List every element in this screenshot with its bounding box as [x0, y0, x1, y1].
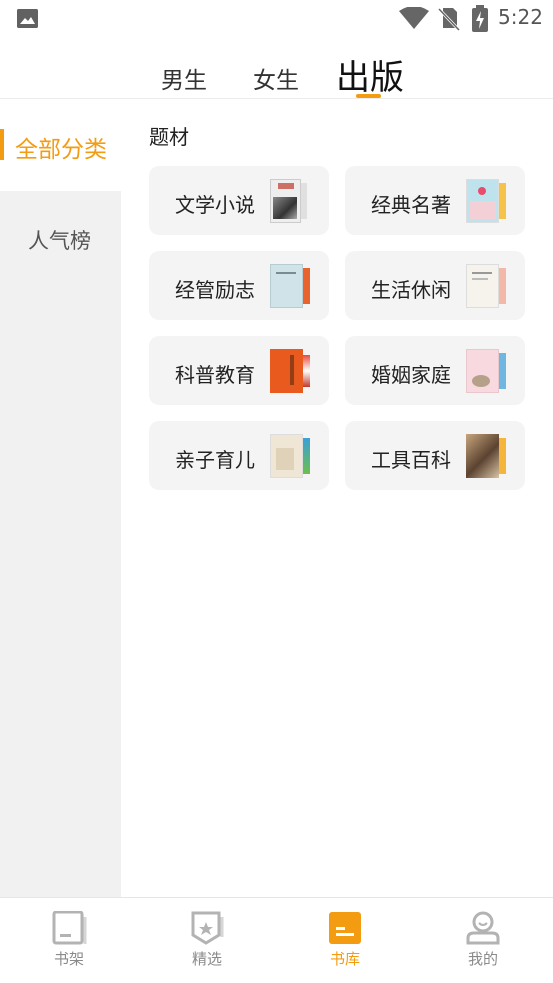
wifi-icon [399, 7, 429, 29]
book-cover-thumbnail [466, 264, 508, 308]
category-label: 亲子育儿 [175, 448, 255, 472]
featured-badge-icon [191, 911, 224, 945]
book-cover-thumbnail [270, 349, 312, 393]
sidebar-item-popular[interactable]: 人气榜 [28, 225, 91, 255]
app-screen: 5:22 男生 女生 出版 全部分类 人气榜 题材 文学小说 经典名著 经管励志… [0, 0, 553, 983]
category-card[interactable]: 工具百科 [345, 421, 525, 490]
category-card[interactable]: 亲子育儿 [149, 421, 329, 490]
category-sidebar: 全部分类 人气榜 [0, 99, 121, 897]
bottom-navigation: 书架 精选 书库 我的 [0, 897, 553, 983]
category-card[interactable]: 生活休闲 [345, 251, 525, 320]
nav-featured[interactable]: 精选 [138, 898, 276, 983]
image-notification-icon [17, 9, 38, 28]
category-label: 婚姻家庭 [371, 363, 451, 387]
clock: 5:22 [498, 5, 543, 29]
library-icon [329, 912, 361, 944]
tab-publish[interactable]: 出版 [336, 50, 404, 99]
category-label: 经典名著 [371, 193, 451, 217]
battery-charging-icon [472, 5, 488, 32]
category-card[interactable]: 经管励志 [149, 251, 329, 320]
category-card[interactable]: 经典名著 [345, 166, 525, 235]
nav-bookshelf[interactable]: 书架 [0, 898, 138, 983]
no-sim-icon [437, 7, 461, 32]
bookshelf-icon [52, 911, 87, 945]
nav-label: 我的 [467, 950, 498, 968]
section-title: 题材 [149, 125, 189, 149]
category-card[interactable]: 文学小说 [149, 166, 329, 235]
nav-library[interactable]: 书库 [276, 898, 414, 983]
book-cover-thumbnail [466, 434, 508, 478]
category-card[interactable]: 婚姻家庭 [345, 336, 525, 405]
sidebar-item-label: 全部分类 [15, 137, 107, 163]
category-label: 生活休闲 [371, 278, 451, 302]
category-card[interactable]: 科普教育 [149, 336, 329, 405]
active-indicator [0, 129, 4, 160]
sidebar-item-all[interactable]: 全部分类 [0, 99, 121, 191]
book-cover-thumbnail [270, 264, 312, 308]
nav-profile[interactable]: 我的 [414, 898, 552, 983]
category-label: 科普教育 [175, 363, 255, 387]
status-bar: 5:22 [0, 0, 553, 38]
top-tabs: 男生 女生 出版 [0, 45, 553, 99]
category-label: 工具百科 [371, 448, 451, 472]
book-cover-thumbnail [466, 179, 508, 223]
nav-label: 精选 [191, 950, 222, 968]
book-cover-thumbnail [270, 434, 312, 478]
book-cover-thumbnail [270, 179, 312, 223]
tab-male[interactable]: 男生 [161, 61, 207, 95]
category-label: 经管励志 [175, 278, 255, 302]
nav-label: 书架 [53, 950, 84, 968]
book-cover-thumbnail [466, 349, 508, 393]
profile-icon [466, 911, 500, 945]
nav-label: 书库 [329, 950, 360, 968]
tab-female[interactable]: 女生 [253, 61, 299, 95]
category-label: 文学小说 [175, 193, 255, 217]
